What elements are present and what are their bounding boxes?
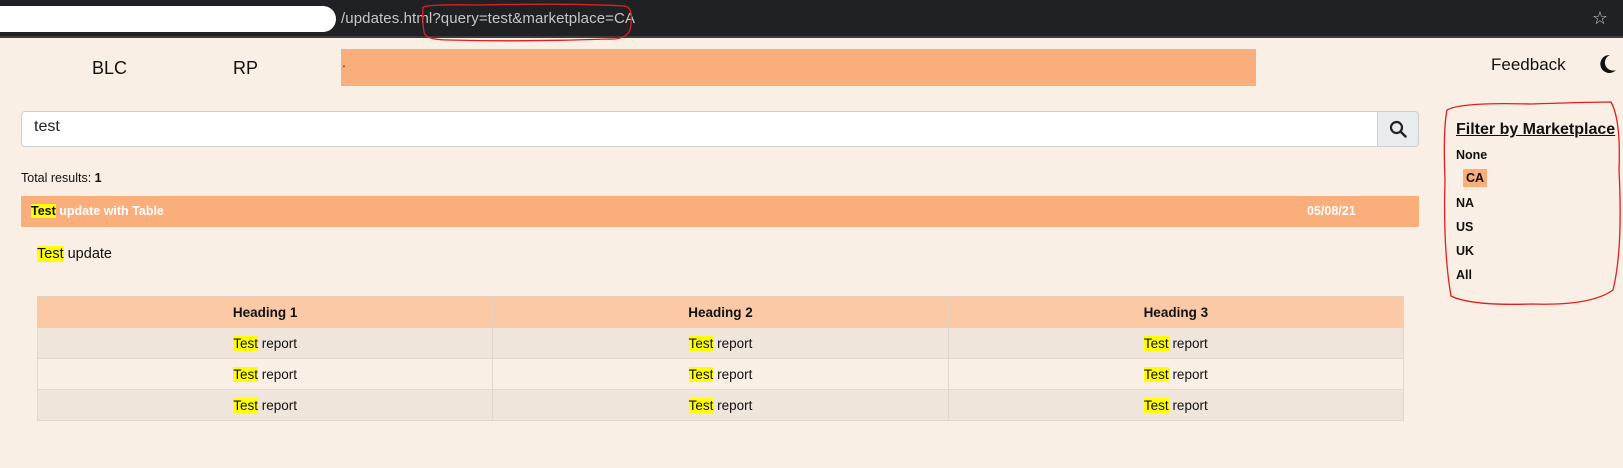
search-highlight: Test	[233, 366, 259, 382]
search-input[interactable]	[34, 118, 1334, 136]
redacted-url-prefix	[0, 6, 336, 32]
search-icon	[1389, 120, 1407, 138]
result-header[interactable]: Test update with Table 05/08/21	[21, 196, 1419, 227]
table-header-cell: Heading 2	[492, 296, 949, 328]
cell-text: report	[258, 366, 298, 382]
result-title-text: update with Table	[55, 204, 164, 218]
table-header-cell: Heading 3	[947, 296, 1405, 328]
table-cell: Test report	[492, 389, 949, 421]
search-highlight: Test	[31, 204, 56, 218]
table-cell: Test report	[947, 389, 1405, 421]
cell-text: report	[713, 335, 753, 351]
table-row: Test report Test report Test report	[36, 358, 1405, 390]
search-highlight: Test	[1143, 366, 1169, 382]
search-button[interactable]	[1377, 111, 1419, 147]
cell-text: report	[1168, 366, 1208, 382]
search-highlight: Test	[1143, 397, 1169, 413]
cell-text: report	[1168, 397, 1208, 413]
search-highlight: Test	[688, 335, 714, 351]
search-field[interactable]	[21, 111, 1378, 147]
total-results-count: 1	[94, 171, 102, 185]
result-body-text: update	[63, 246, 112, 262]
search-highlight: Test	[37, 246, 64, 262]
redacted-nav-area: .	[341, 49, 1256, 86]
cell-text: report	[258, 335, 298, 351]
annotation-circle-url	[422, 3, 632, 42]
result-title[interactable]: Test update with Table	[31, 204, 164, 218]
table-row: Test report Test report Test report	[36, 389, 1405, 421]
cell-text: report	[713, 366, 753, 382]
cell-text: report	[258, 397, 298, 413]
total-results: Total results: 1	[21, 171, 102, 185]
table-cell: Test report	[36, 358, 494, 390]
total-results-label: Total results:	[21, 171, 92, 185]
search-highlight: Test	[688, 397, 714, 413]
table-cell: Test report	[947, 327, 1405, 359]
search-highlight: Test	[688, 366, 714, 382]
nav-link-rp[interactable]: RP	[233, 58, 258, 79]
table-cell: Test report	[492, 327, 949, 359]
search-highlight: Test	[1143, 335, 1169, 351]
annotation-circle-filter	[1443, 101, 1621, 305]
browser-address-bar[interactable]: /updates.html?query=test&marketplace=CA …	[0, 0, 1623, 36]
table-header-cell: Heading 1	[36, 296, 494, 328]
nav-link-feedback[interactable]: Feedback	[1491, 55, 1566, 75]
table-cell: Test report	[492, 358, 949, 390]
star-icon[interactable]: ☆	[1590, 8, 1610, 28]
table-row: Test report Test report Test report	[36, 327, 1405, 359]
moon-icon[interactable]	[1596, 53, 1618, 75]
table-header-row: Heading 1 Heading 2 Heading 3	[36, 296, 1405, 328]
cell-text: report	[713, 397, 753, 413]
nav-link-blc[interactable]: BLC	[92, 58, 127, 79]
result-table: Heading 1 Heading 2 Heading 3 Test repor…	[36, 296, 1405, 421]
search-highlight: Test	[233, 397, 259, 413]
result-body: Test update	[37, 246, 112, 262]
cell-text: report	[1168, 335, 1208, 351]
search-highlight: Test	[233, 335, 259, 351]
result-date: 05/08/21	[1307, 204, 1356, 218]
table-cell: Test report	[36, 327, 494, 359]
browser-divider	[0, 36, 1623, 38]
table-cell: Test report	[947, 358, 1405, 390]
table-cell: Test report	[36, 389, 494, 421]
